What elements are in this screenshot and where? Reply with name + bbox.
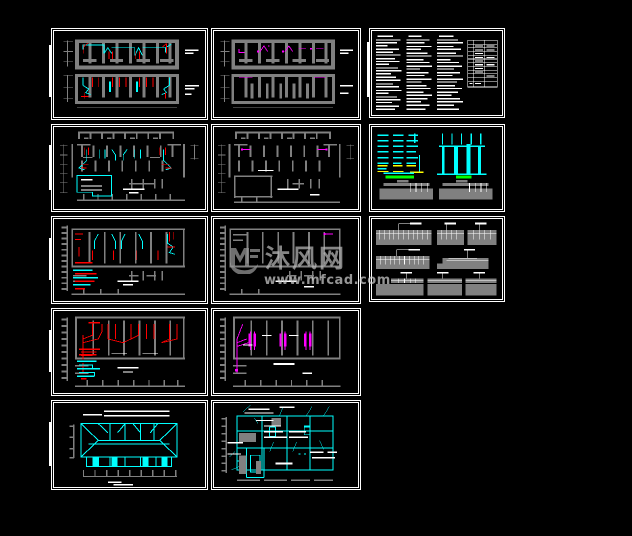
sheet-drawing-area [54, 31, 205, 117]
sheet-edge-tab [49, 145, 52, 190]
drawing-sheet-basement-equipment-room-plan[interactable] [211, 400, 361, 490]
sheet-frame [213, 310, 359, 394]
sheet-frame [371, 218, 503, 300]
drawing-sheet-first-floor-electrical-plan[interactable] [211, 28, 361, 120]
sheet-edge-tab [49, 422, 52, 466]
cad-preview-canvas: 沐风网 www.mfcad.com [0, 0, 632, 536]
sheet-frame [213, 30, 359, 118]
drawing-sheet-third-floor-water-supply-plan[interactable] [51, 216, 208, 304]
sheet-drawing-area [54, 127, 205, 209]
drawing-sheet-roof-plan[interactable] [51, 400, 208, 490]
sheet-drawing-area [372, 127, 502, 209]
sheet-drawing-area [54, 311, 205, 393]
sheet-frame [53, 310, 206, 394]
drawing-sheet-riser-diagram[interactable] [369, 124, 505, 212]
sheet-edge-tab [49, 238, 52, 280]
sheet-drawing-area [54, 219, 205, 301]
sheet-frame [213, 218, 359, 302]
drawing-sheet-fourth-floor-water-supply-plan[interactable] [51, 308, 208, 396]
sheet-frame [53, 402, 206, 488]
sheet-drawing-area [214, 311, 358, 393]
sheet-edge-tab [49, 330, 52, 372]
sheet-edge-tab [49, 45, 52, 97]
sheet-drawing-area [372, 31, 502, 115]
sheet-drawing-area [214, 31, 358, 117]
sheet-drawing-area [214, 127, 358, 209]
sheet-drawing-area [214, 403, 358, 487]
sheet-frame [53, 218, 206, 302]
drawing-sheet-third-floor-electrical-plan[interactable] [211, 216, 361, 304]
drawing-sheet-fourth-floor-electrical-plan[interactable] [211, 308, 361, 396]
drawing-sheet-second-floor-water-supply-plan[interactable] [51, 124, 208, 212]
sheet-drawing-area [372, 219, 502, 299]
sheet-edge-tab [367, 42, 370, 97]
drawing-sheet-second-floor-electrical-plan[interactable] [211, 124, 361, 212]
sheet-frame [53, 126, 206, 210]
sheet-frame [371, 126, 503, 210]
sheet-frame [371, 30, 503, 116]
drawing-sheet-panel-schedule-elevations[interactable] [369, 216, 505, 302]
sheet-frame [53, 30, 206, 118]
sheet-drawing-area [214, 219, 358, 301]
sheet-frame [213, 126, 359, 210]
sheet-frame [213, 402, 359, 488]
sheet-drawing-area [54, 403, 205, 487]
drawing-sheet-design-notes-and-equipment-schedule[interactable] [369, 28, 505, 118]
drawing-sheet-first-floor-water-supply-drainage-plan[interactable] [51, 28, 208, 120]
